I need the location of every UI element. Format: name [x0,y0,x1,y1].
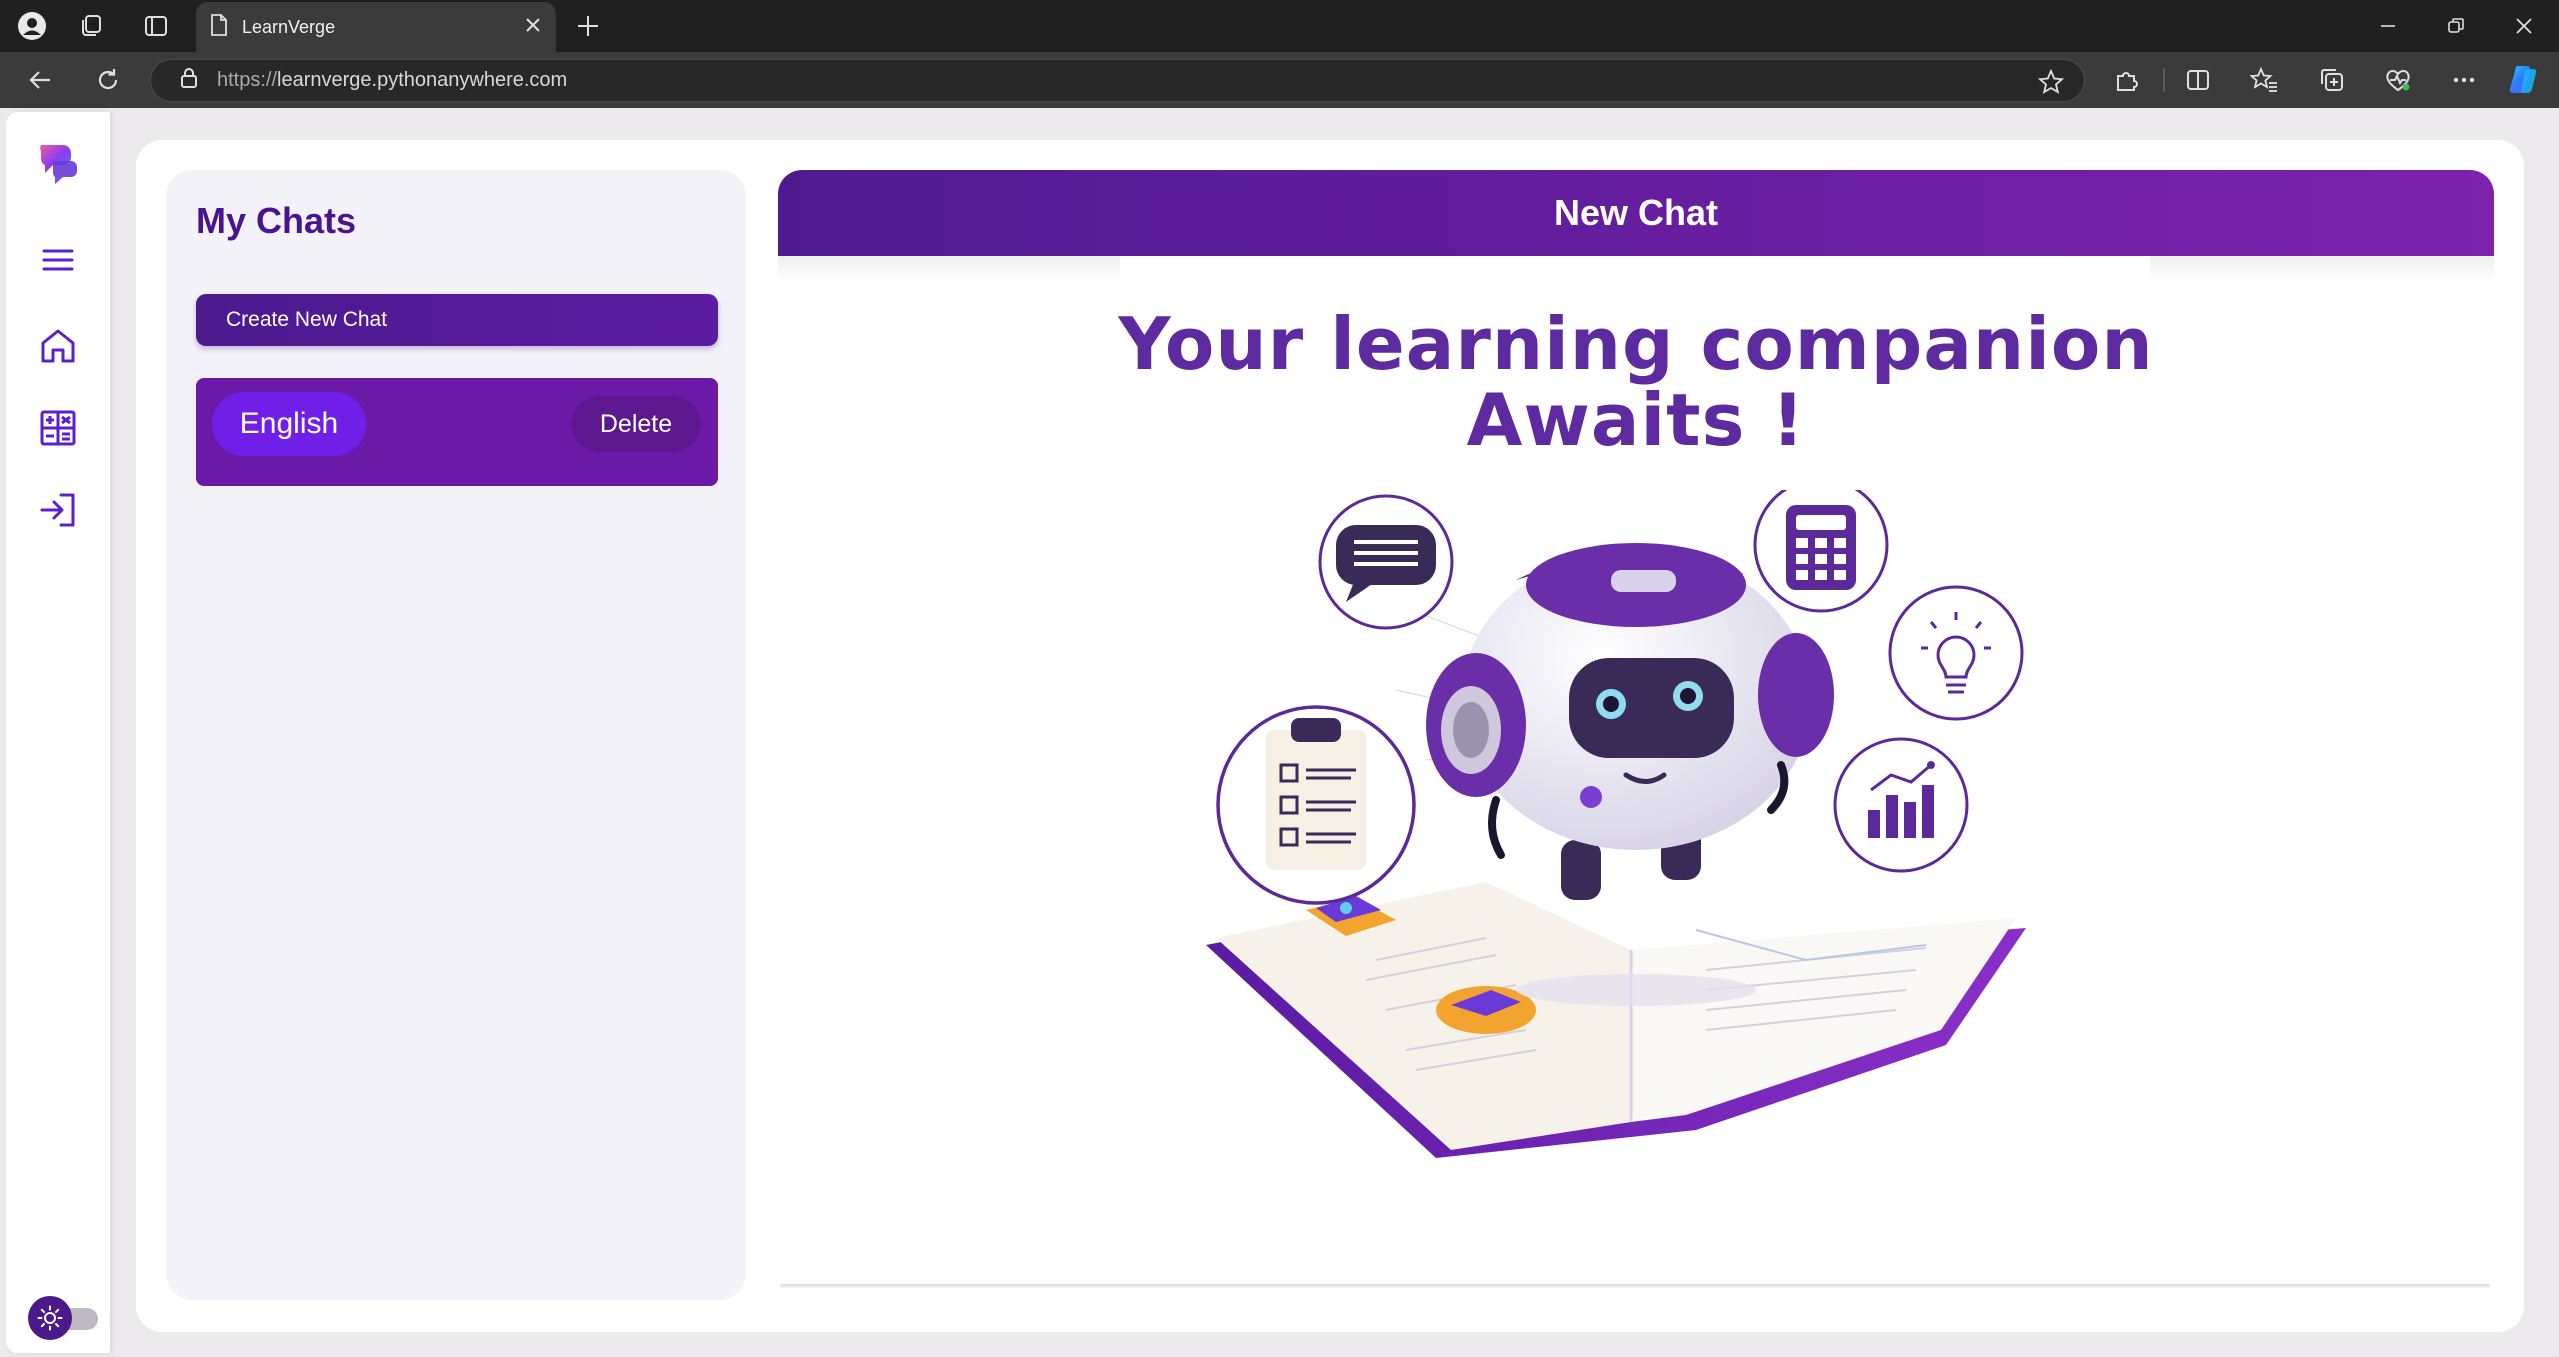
collections-icon[interactable] [2314,62,2350,98]
toolbar-divider [2163,68,2165,92]
url-text[interactable]: https://learnverge.pythonanywhere.com [217,69,567,92]
welcome-heading: Your learning companion Awaits ! [778,306,2494,458]
star-icon[interactable] [2037,68,2065,100]
robot-on-book-illustration [1206,490,2026,1158]
welcome-line-1: Your learning companion [1118,302,2154,386]
refresh-icon[interactable] [90,62,126,98]
app-area: My Chats Create New Chat English Delete … [0,108,2559,1357]
split-screen-icon[interactable] [2180,62,2216,98]
url-protocol: https:// [217,69,278,91]
close-window-icon[interactable] [2490,0,2558,52]
header-shadow-gap [1120,256,2150,282]
profile-icon[interactable] [14,8,50,44]
back-arrow-icon[interactable] [22,62,58,98]
home-icon[interactable] [28,316,88,376]
sun-icon[interactable] [28,1296,72,1340]
nav-rail [6,112,110,1353]
chat-input-divider [780,1284,2490,1288]
new-tab-plus-icon[interactable] [570,8,606,44]
browser-titlebar: LearnVerge [0,0,2559,52]
restore-icon[interactable] [2422,0,2490,52]
copilot-icon[interactable] [2506,62,2542,98]
tab-title: LearnVerge [242,16,336,37]
page-icon [210,13,228,41]
chats-title: My Chats [196,200,357,241]
chats-panel: My Chats Create New Chat English Delete [166,170,746,1300]
theme-toggle[interactable] [24,1296,102,1340]
welcome-line-2: Awaits ! [1466,378,1806,462]
hamburger-icon[interactable] [28,230,88,290]
favorites-icon[interactable] [2246,62,2282,98]
chat-list-item[interactable]: English Delete [196,378,718,486]
workspaces-icon[interactable] [74,8,110,44]
main-card: My Chats Create New Chat English Delete … [136,140,2524,1332]
close-tab-icon[interactable] [524,16,542,39]
login-icon[interactable] [28,480,88,540]
chat-header: New Chat [778,170,2494,256]
chat-area: New Chat Your learning companion Awaits … [778,170,2494,1300]
browser-tab[interactable]: LearnVerge [196,2,556,52]
chat-header-title: New Chat [1553,192,1719,233]
puzzle-icon[interactable] [2108,62,2144,98]
browser-toolbar: https://learnverge.pythonanywhere.com [0,52,2559,108]
create-new-chat-button[interactable]: Create New Chat [196,294,718,346]
logo-icon[interactable] [28,134,88,194]
chat-name-button[interactable]: English [212,392,366,456]
calculator-icon[interactable] [28,398,88,458]
address-bar[interactable]: https://learnverge.pythonanywhere.com [150,59,2085,102]
tab-actions-icon[interactable] [138,8,174,44]
heart-pulse-icon[interactable] [2380,62,2416,98]
minimize-icon[interactable] [2354,0,2422,52]
lock-icon[interactable] [179,67,199,94]
more-icon[interactable] [2446,62,2482,98]
url-host: learnverge.pythonanywhere.com [277,69,568,91]
delete-chat-button[interactable]: Delete [572,396,700,452]
